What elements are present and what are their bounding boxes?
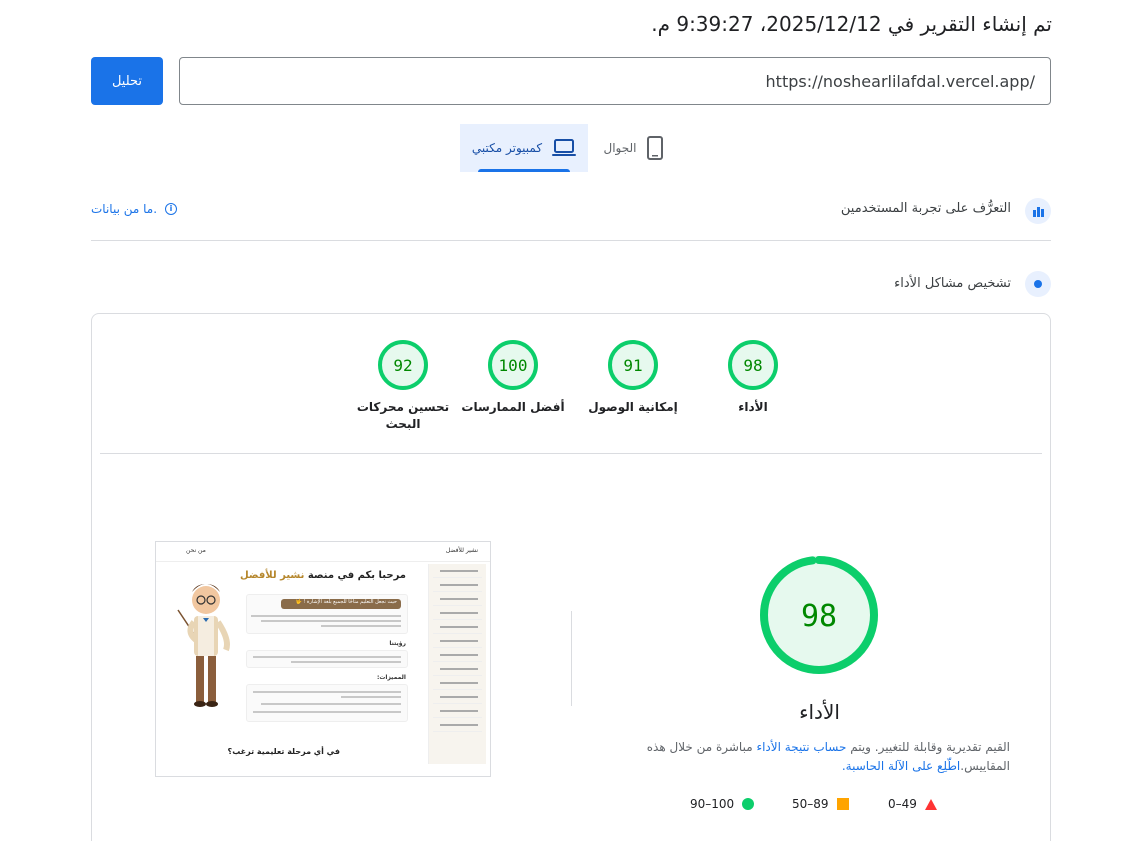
triangle-fail-icon bbox=[924, 798, 937, 810]
legend-average-label: 50–89 bbox=[792, 797, 829, 811]
performance-note: القيم تقديرية وقابلة للتغيير. ويتم حساب … bbox=[632, 738, 1010, 776]
screenshot-question: في أي مرحلة تعليمية ترغب؟ bbox=[227, 747, 340, 756]
device-tabs: كمبيوتر مكتبي الجوال bbox=[460, 124, 678, 172]
diagnosis-section: تشخيص مشاكل الأداء bbox=[91, 271, 1051, 299]
screenshot-vision-box bbox=[246, 650, 408, 668]
teacher-illustration bbox=[177, 584, 230, 707]
screenshot-heading-main: مرحبا بكم في منصة bbox=[304, 570, 406, 581]
url-form: تحليل bbox=[91, 57, 1051, 105]
screenshot-header: نشير للأفضل من نحن bbox=[156, 542, 490, 562]
gauge-accessibility-label: إمكانية الوصول bbox=[588, 400, 678, 414]
diagnosis-icon bbox=[1025, 271, 1051, 297]
laptop-icon bbox=[552, 139, 577, 156]
url-input[interactable] bbox=[179, 57, 1051, 105]
screenshot-about-text: من نحن bbox=[186, 547, 206, 554]
tab-mobile-label: الجوال bbox=[603, 141, 637, 155]
gauge-best-practices[interactable]: 100 أفضل الممارسات bbox=[458, 340, 568, 416]
legend-pass: 90–100 bbox=[690, 797, 755, 811]
legend-pass-label: 90–100 bbox=[690, 797, 735, 811]
screenshot-heading-accent: نشير للأفضل bbox=[239, 570, 305, 581]
gauge-seo-score: 92 bbox=[378, 340, 428, 390]
analyze-button[interactable]: تحليل bbox=[91, 57, 163, 105]
score-calculation-link[interactable]: حساب نتيجة الأداء bbox=[756, 740, 846, 754]
calculator-link[interactable]: اطّلِع على الآلة الحاسبة. bbox=[842, 759, 960, 773]
gauge-seo-label: تحسين محركات البحث bbox=[356, 400, 450, 432]
vertical-separator bbox=[571, 611, 572, 706]
note-text-1: القيم تقديرية وقابلة للتغيير. ويتم bbox=[846, 740, 1010, 754]
screenshot-features-label: المميزات: bbox=[376, 674, 406, 681]
info-icon: i bbox=[165, 203, 178, 215]
screenshot-vision-label: رؤيتنا bbox=[389, 640, 406, 647]
phone-icon bbox=[646, 136, 663, 160]
performance-big-gauge: 98 bbox=[760, 556, 878, 674]
tab-desktop[interactable]: كمبيوتر مكتبي bbox=[460, 124, 588, 172]
page-screenshot: نشير للأفضل من نحن مرحبا بكم في منصة نشي… bbox=[155, 541, 491, 777]
legend-fail-label: 0–49 bbox=[888, 797, 917, 811]
gauge-performance-score: 98 bbox=[728, 340, 778, 390]
gauge-accessibility[interactable]: 91 إمكانية الوصول bbox=[578, 340, 688, 416]
screenshot-intro-box: حيث نجعل التعليم متاحًا للجميع بلغة الإش… bbox=[246, 594, 408, 634]
screenshot-features-box bbox=[246, 684, 408, 722]
no-data-link[interactable]: ما من بيانات. i bbox=[91, 202, 178, 216]
performance-big-score: 98 bbox=[801, 599, 837, 634]
gauge-performance-label: الأداء bbox=[738, 400, 768, 414]
ux-section: التعرُّف على تجربة المستخدمين ما من بيان… bbox=[91, 196, 1051, 224]
results-card: 92 تحسين محركات البحث 100 أفضل الممارسات… bbox=[91, 313, 1051, 841]
gauge-best-practices-label: أفضل الممارسات bbox=[461, 400, 565, 414]
card-divider bbox=[100, 453, 1042, 454]
screenshot-sidebar bbox=[428, 564, 486, 764]
tab-mobile[interactable]: الجوال bbox=[588, 124, 678, 172]
gauge-seo[interactable]: 92 تحسين محركات البحث bbox=[348, 340, 458, 434]
no-data-label: ما من بيانات. bbox=[91, 202, 158, 216]
screenshot-heading: مرحبا بكم في منصة نشير للأفضل bbox=[240, 570, 406, 581]
score-legend: 90–100 50–89 0–49 bbox=[690, 797, 937, 813]
gauge-accessibility-score: 91 bbox=[608, 340, 658, 390]
square-average-icon bbox=[836, 798, 849, 810]
section-divider bbox=[91, 240, 1051, 241]
score-gauges: 92 تحسين محركات البحث 100 أفضل الممارسات… bbox=[348, 340, 788, 440]
gauge-performance[interactable]: 98 الأداء bbox=[698, 340, 808, 416]
ux-section-title: التعرُّف على تجربة المستخدمين bbox=[840, 201, 1011, 216]
users-chart-icon bbox=[1025, 198, 1051, 224]
tab-desktop-label: كمبيوتر مكتبي bbox=[471, 141, 543, 155]
diagnosis-title: تشخيص مشاكل الأداء bbox=[894, 276, 1011, 291]
gauge-best-practices-score: 100 bbox=[488, 340, 538, 390]
legend-fail: 0–49 bbox=[888, 797, 937, 811]
circle-pass-icon bbox=[742, 798, 755, 810]
report-timestamp: تم إنشاء التقرير في 2025/12/12، 9:39:27 … bbox=[651, 12, 1052, 36]
legend-average: 50–89 bbox=[792, 797, 849, 811]
screenshot-logo-text: نشير للأفضل bbox=[445, 547, 478, 554]
tab-indicator bbox=[478, 169, 570, 172]
performance-title: الأداء bbox=[799, 700, 840, 724]
screenshot-intro-title: حيث نجعل التعليم متاحًا للجميع بلغة الإش… bbox=[295, 599, 397, 605]
